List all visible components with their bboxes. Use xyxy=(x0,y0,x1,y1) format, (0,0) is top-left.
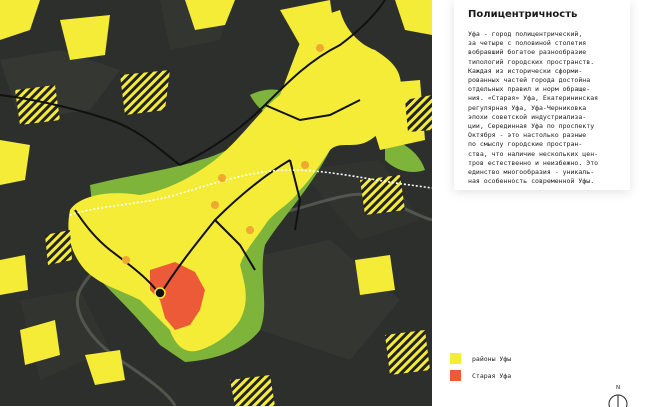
legend-label-districts: районы Уфы xyxy=(472,355,512,363)
historic-center-marker xyxy=(154,287,166,299)
panel-description: Уфа - город полицентрический, за четыре … xyxy=(468,30,599,186)
legend-label-old-ufa: Старая Уфа xyxy=(472,372,512,380)
map-canvas xyxy=(0,0,432,406)
north-arrow: N xyxy=(606,385,630,407)
legend-item-districts: районы Уфы xyxy=(450,353,620,365)
north-arrow-label: N xyxy=(615,385,621,391)
legend-swatch-districts xyxy=(450,353,461,364)
north-arrow-icon xyxy=(608,394,628,407)
info-panel: Полицентричность Уфа - город полицентрич… xyxy=(454,0,630,190)
legend-swatch-old-ufa xyxy=(450,370,461,381)
legend-item-old-ufa: Старая Уфа xyxy=(450,370,620,382)
panel-title: Полицентричность xyxy=(468,9,578,20)
